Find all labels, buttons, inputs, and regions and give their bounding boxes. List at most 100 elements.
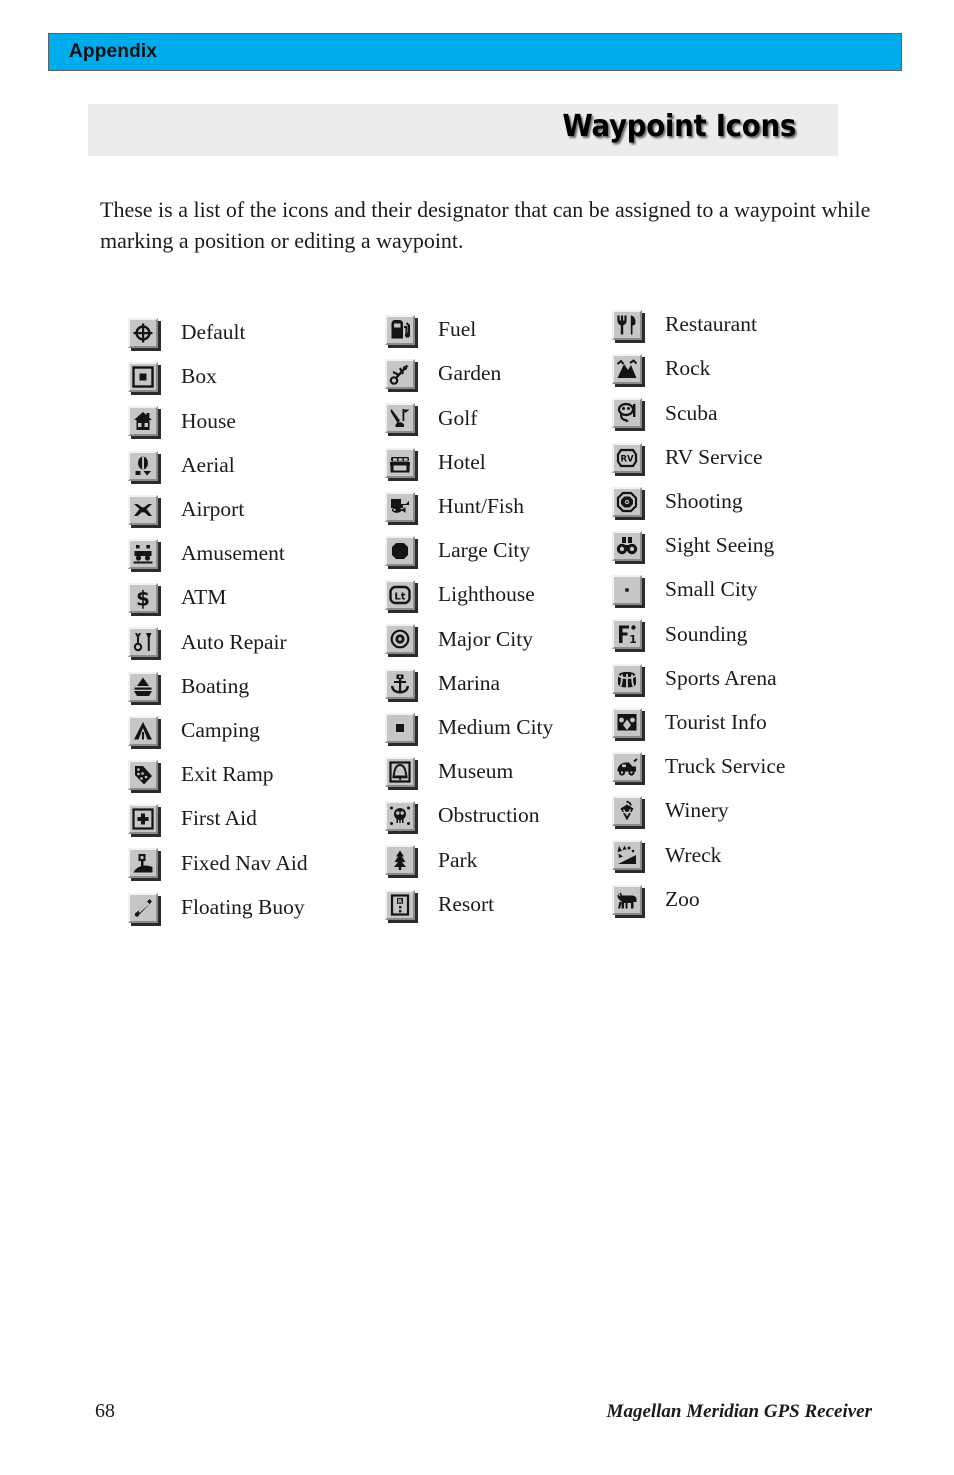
airplane-icon [128,494,158,525]
waypoint-icon-row: Camping [128,711,260,751]
fixed-nav-aid-icon [128,848,158,879]
waypoint-icon-row: Medium City [385,708,553,748]
hunt-fish-icon [385,491,415,522]
wrench-screwdriver-icon [128,627,158,658]
waypoint-icon-label: Obstruction [438,803,540,828]
small-city-dot-icon [612,575,642,606]
waypoint-icon-label: Hunt/Fish [438,494,525,519]
waypoint-icon-row: Small City [612,570,758,610]
sailboat-icon [128,671,158,702]
waypoint-icon-label: Tourist Info [665,710,767,735]
exit-ramp-icon [128,760,158,790]
waypoint-icon-label: Exit Ramp [181,762,274,787]
waypoint-icon-label: Sports Arena [665,665,777,690]
waypoint-icon-row: Winery [612,791,729,831]
waypoint-icon-row: Lt Lighthouse [385,575,535,615]
anchor-icon [385,668,415,699]
dollar-sign-icon: $ [128,583,158,614]
waypoint-icon-label: House [181,408,236,433]
waypoint-icon-row: Scuba [612,393,718,433]
scuba-mask-icon [612,398,642,429]
crosshair-target-icon [128,318,158,348]
waypoint-icon-row: Boating [128,667,249,707]
waypoint-icon-row: Sports Arena [612,659,777,699]
tourist-info-icon [612,707,642,738]
museum-bell-icon [385,757,415,787]
waypoint-icon-row: Aerial [128,446,235,486]
waypoint-icon-label: Scuba [665,400,718,425]
waypoint-icon-row: Amusement [128,534,285,574]
waypoint-icon-label: Rock [665,356,711,381]
svg-text:1: 1 [629,633,637,645]
waypoint-icon-label: Major City [438,626,533,651]
svg-text:RV: RV [620,454,634,464]
waypoint-icon-label: Box [181,364,217,389]
waypoint-icon-label: RV Service [665,444,763,469]
waypoint-icon-row: Major City [385,619,533,659]
waypoint-icon-label: Hotel [438,449,486,474]
binoculars-icon [612,531,642,561]
waypoint-icon-label: Golf [438,405,478,430]
lighthouse-lt-icon: Lt [385,580,415,611]
waypoint-icon-row: Truck Service [612,747,785,787]
waypoint-icon-row: Obstruction [385,796,540,836]
waypoint-icon-row: Restaurant [612,305,757,345]
waypoint-icon-label: Camping [181,718,260,743]
waypoint-icon-label: Museum [438,759,514,784]
svg-text:$: $ [136,587,150,609]
tent-icon [128,715,158,746]
sounding-depth-icon: 1 [612,619,642,650]
waypoint-icon-label: Lighthouse [438,582,535,607]
svg-text:R: R [398,898,403,905]
waypoint-icon-label: ATM [181,585,227,610]
waypoint-icon-row: 1 Sounding [612,614,747,654]
waypoint-icon-row: Hotel [385,443,486,483]
waypoint-icon-label: Amusement [181,541,285,566]
waypoint-icon-label: Truck Service [665,754,786,779]
truck-icon [612,752,642,782]
waypoint-icon-row: Museum [385,752,513,792]
zoo-animal-icon [612,884,642,915]
grapes-icon [612,796,642,827]
waypoint-icon-row: Fixed Nav Aid [128,843,308,883]
medium-city-square-icon [385,712,415,743]
waypoint-icon-label: Zoo [665,886,700,911]
svg-text:Lt: Lt [394,592,405,603]
fuel-pump-icon [385,315,415,345]
waypoint-icon-row: Floating Buoy [128,888,305,928]
waypoint-icon-label: Boating [181,673,250,698]
waypoint-icon-label: Sounding [665,621,748,646]
footer-page-number: 68 [95,1400,115,1422]
golf-club-flag-icon [385,403,415,434]
waypoint-icon-label: Large City [438,538,531,563]
waypoint-icon-label: Restaurant [665,312,757,337]
waypoint-icon-row: Garden [385,354,501,394]
park-tree-icon [385,845,415,876]
waypoint-icon-list: Default Box House Aerial Airport Amusement $ AT… [0,0,954,1000]
waypoint-icon-row: RV RV Service [612,438,763,478]
waypoint-icon-row: Park [385,840,477,880]
footer-document-title: Magellan Meridian GPS Receiver [606,1401,872,1422]
waypoint-icon-row: Sight Seeing [612,526,774,566]
waypoint-icon-label: Default [181,320,246,345]
waypoint-icon-row: Exit Ramp [128,755,274,795]
waypoint-icon-row: $ ATM [128,578,226,618]
waypoint-icon-label: Fixed Nav Aid [181,850,308,875]
waypoint-icon-label: Airport [181,497,245,522]
waypoint-icon-row: R Resort [385,885,494,925]
hotel-bed-icon [385,447,415,478]
waypoint-icon-row: Default [128,313,245,353]
waypoint-icon-row: House [128,401,236,441]
medical-cross-icon [128,804,158,835]
waypoint-icon-row: Wreck [612,835,721,875]
rv-service-icon: RV [612,442,642,473]
house-icon [128,406,158,437]
waypoint-icon-label: Medium City [438,715,554,740]
concentric-square-icon [128,362,158,393]
aerial-tower-icon [128,450,158,481]
garden-flower-icon [385,359,415,390]
waypoint-icon-row: Auto Repair [128,622,287,662]
waypoint-icon-row: Airport [128,490,244,530]
wreck-icon [612,840,642,871]
waypoint-icon-row: First Aid [128,799,257,839]
